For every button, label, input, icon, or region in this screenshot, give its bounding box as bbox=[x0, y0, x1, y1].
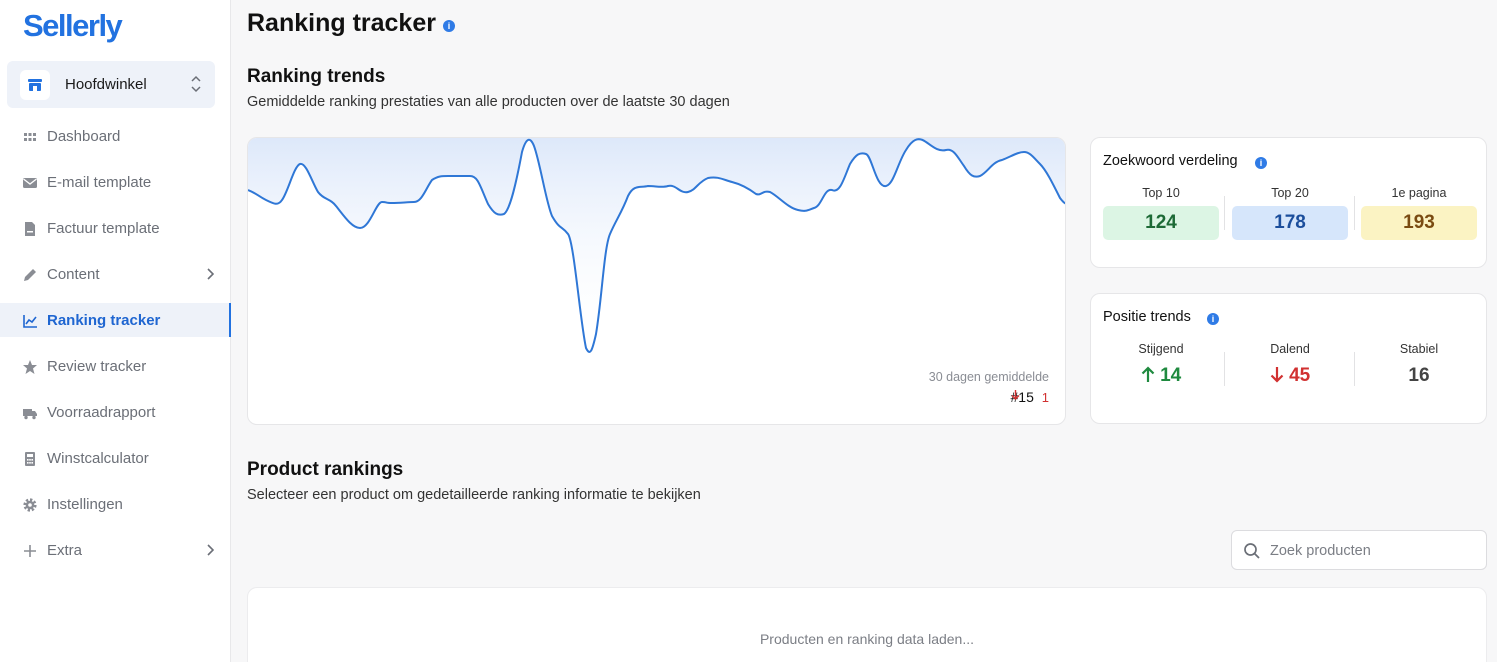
chevron-right-icon bbox=[207, 268, 214, 280]
sidebar-item-label: Extra bbox=[47, 541, 83, 559]
search-input[interactable] bbox=[1270, 540, 1475, 562]
arrow-up-icon bbox=[1141, 366, 1155, 382]
divider bbox=[1224, 196, 1225, 230]
sidebar-item-label: Instellingen bbox=[47, 495, 123, 513]
calculator-icon bbox=[25, 452, 35, 466]
sidebar-item-label: Winstcalculator bbox=[47, 449, 149, 467]
star-icon bbox=[23, 360, 37, 374]
product-search[interactable] bbox=[1231, 530, 1487, 570]
divider bbox=[1354, 196, 1355, 230]
arrow-down-icon bbox=[1011, 390, 1020, 400]
sidebar-item-dashboard[interactable]: Dashboard bbox=[0, 119, 231, 153]
divider bbox=[1354, 352, 1355, 386]
pencil-icon bbox=[24, 269, 36, 281]
section-title-product-rankings: Product rankings bbox=[247, 459, 404, 480]
store-name: Hoofdwinkel bbox=[65, 76, 147, 93]
section-subtitle-product-rankings: Selecteer een product om gedetailleerde … bbox=[247, 487, 701, 503]
arrow-down-icon bbox=[1270, 367, 1284, 383]
truck-icon bbox=[23, 409, 37, 420]
stat-label: Top 20 bbox=[1271, 186, 1309, 200]
sidebar-item-label: Content bbox=[47, 265, 100, 283]
chevron-right-icon bbox=[207, 544, 214, 556]
stat-label: Stabiel bbox=[1399, 342, 1439, 356]
info-icon[interactable]: i bbox=[1255, 157, 1267, 169]
average-delta: 1 bbox=[1011, 390, 1049, 405]
stat-top10: Top 10 124 bbox=[1103, 186, 1219, 240]
sidebar-item-label: E-mail template bbox=[47, 173, 152, 191]
stat-value: 14 bbox=[1103, 362, 1219, 390]
sidebar-item-label: Dashboard bbox=[47, 127, 121, 145]
stat-value: 193 bbox=[1361, 206, 1477, 240]
store-icon bbox=[20, 70, 50, 100]
store-switcher[interactable]: Hoofdwinkel bbox=[7, 61, 215, 108]
grid-icon bbox=[24, 133, 36, 141]
plus-icon bbox=[24, 545, 36, 557]
average-value: #15 1 bbox=[1011, 389, 1049, 405]
divider bbox=[1224, 352, 1225, 386]
sidebar-item-ranking-tracker[interactable]: Ranking tracker bbox=[0, 303, 231, 337]
stat-value: 124 bbox=[1103, 206, 1219, 240]
stat-falling: Dalend 45 bbox=[1232, 342, 1348, 390]
stat-value: 45 bbox=[1232, 362, 1348, 390]
stat-label: 1e pagina bbox=[1391, 186, 1447, 200]
sidebar-item-instellingen[interactable]: Instellingen bbox=[0, 487, 231, 521]
sidebar-item-extra[interactable]: Extra bbox=[0, 533, 231, 567]
stat-value: 16 bbox=[1408, 365, 1430, 386]
sidebar-item-factuur-template[interactable]: Factuur template bbox=[0, 211, 231, 245]
info-icon[interactable]: i bbox=[443, 20, 455, 32]
stat-rising: Stijgend 14 bbox=[1103, 342, 1219, 390]
sidebar-item-voorraadrapport[interactable]: Voorraadrapport bbox=[0, 395, 231, 429]
average-label: 30 dagen gemiddelde bbox=[928, 370, 1049, 384]
stat-label: Stijgend bbox=[1138, 342, 1184, 356]
invoice-icon bbox=[25, 222, 35, 236]
sidebar-item-review-tracker[interactable]: Review tracker bbox=[0, 349, 231, 383]
sidebar-item-label: Review tracker bbox=[47, 357, 147, 375]
position-trends-card: Positie trends i Stijgend 14 Dalend 45 S… bbox=[1090, 293, 1487, 424]
stat-label: Top 10 bbox=[1142, 186, 1180, 200]
stat-first-page: 1e pagina 193 bbox=[1361, 186, 1477, 240]
trend-area bbox=[248, 138, 1065, 352]
envelope-icon bbox=[23, 178, 37, 188]
gear-icon bbox=[23, 498, 37, 512]
search-icon bbox=[1244, 543, 1260, 559]
sidebar-item-label: Factuur template bbox=[47, 219, 160, 237]
page-title: Ranking tracker bbox=[247, 9, 436, 37]
sidebar-item-winstcalculator[interactable]: Winstcalculator bbox=[0, 441, 231, 475]
stat-top20: Top 20 178 bbox=[1232, 186, 1348, 240]
section-title-ranking-trends: Ranking trends bbox=[247, 66, 386, 87]
sidebar-item-label: Voorraadrapport bbox=[47, 403, 156, 421]
card-title: Zoekwoord verdeling bbox=[1103, 153, 1238, 169]
ranking-trend-chart: 30 dagen gemiddelde #15 1 bbox=[247, 137, 1066, 425]
section-subtitle-ranking-trends: Gemiddelde ranking prestaties van alle p… bbox=[247, 94, 730, 110]
sidebar: Sellerly Hoofdwinkel Dashboard E-mail te… bbox=[0, 0, 231, 662]
app-logo[interactable]: Sellerly bbox=[23, 8, 123, 44]
stat-stable: Stabiel 16 bbox=[1361, 342, 1477, 390]
stat-label: Dalend bbox=[1270, 342, 1310, 356]
loading-text: Producten en ranking data laden... bbox=[759, 631, 975, 647]
keyword-distribution-card: Zoekwoord verdeling i Top 10 124 Top 20 … bbox=[1090, 137, 1487, 268]
info-icon[interactable]: i bbox=[1207, 313, 1219, 325]
sidebar-item-label: Ranking tracker bbox=[47, 311, 161, 329]
card-title: Positie trends bbox=[1103, 309, 1191, 325]
stat-value: 178 bbox=[1232, 206, 1348, 240]
sidebar-nav: Dashboard E-mail template Factuur templa… bbox=[0, 119, 231, 579]
sidebar-item-content[interactable]: Content bbox=[0, 257, 231, 291]
chevron-up-down-icon bbox=[191, 75, 201, 93]
chart-line-icon bbox=[23, 315, 37, 328]
sidebar-item-email-template[interactable]: E-mail template bbox=[0, 165, 231, 199]
product-rankings-list: Producten en ranking data laden... bbox=[247, 587, 1487, 662]
